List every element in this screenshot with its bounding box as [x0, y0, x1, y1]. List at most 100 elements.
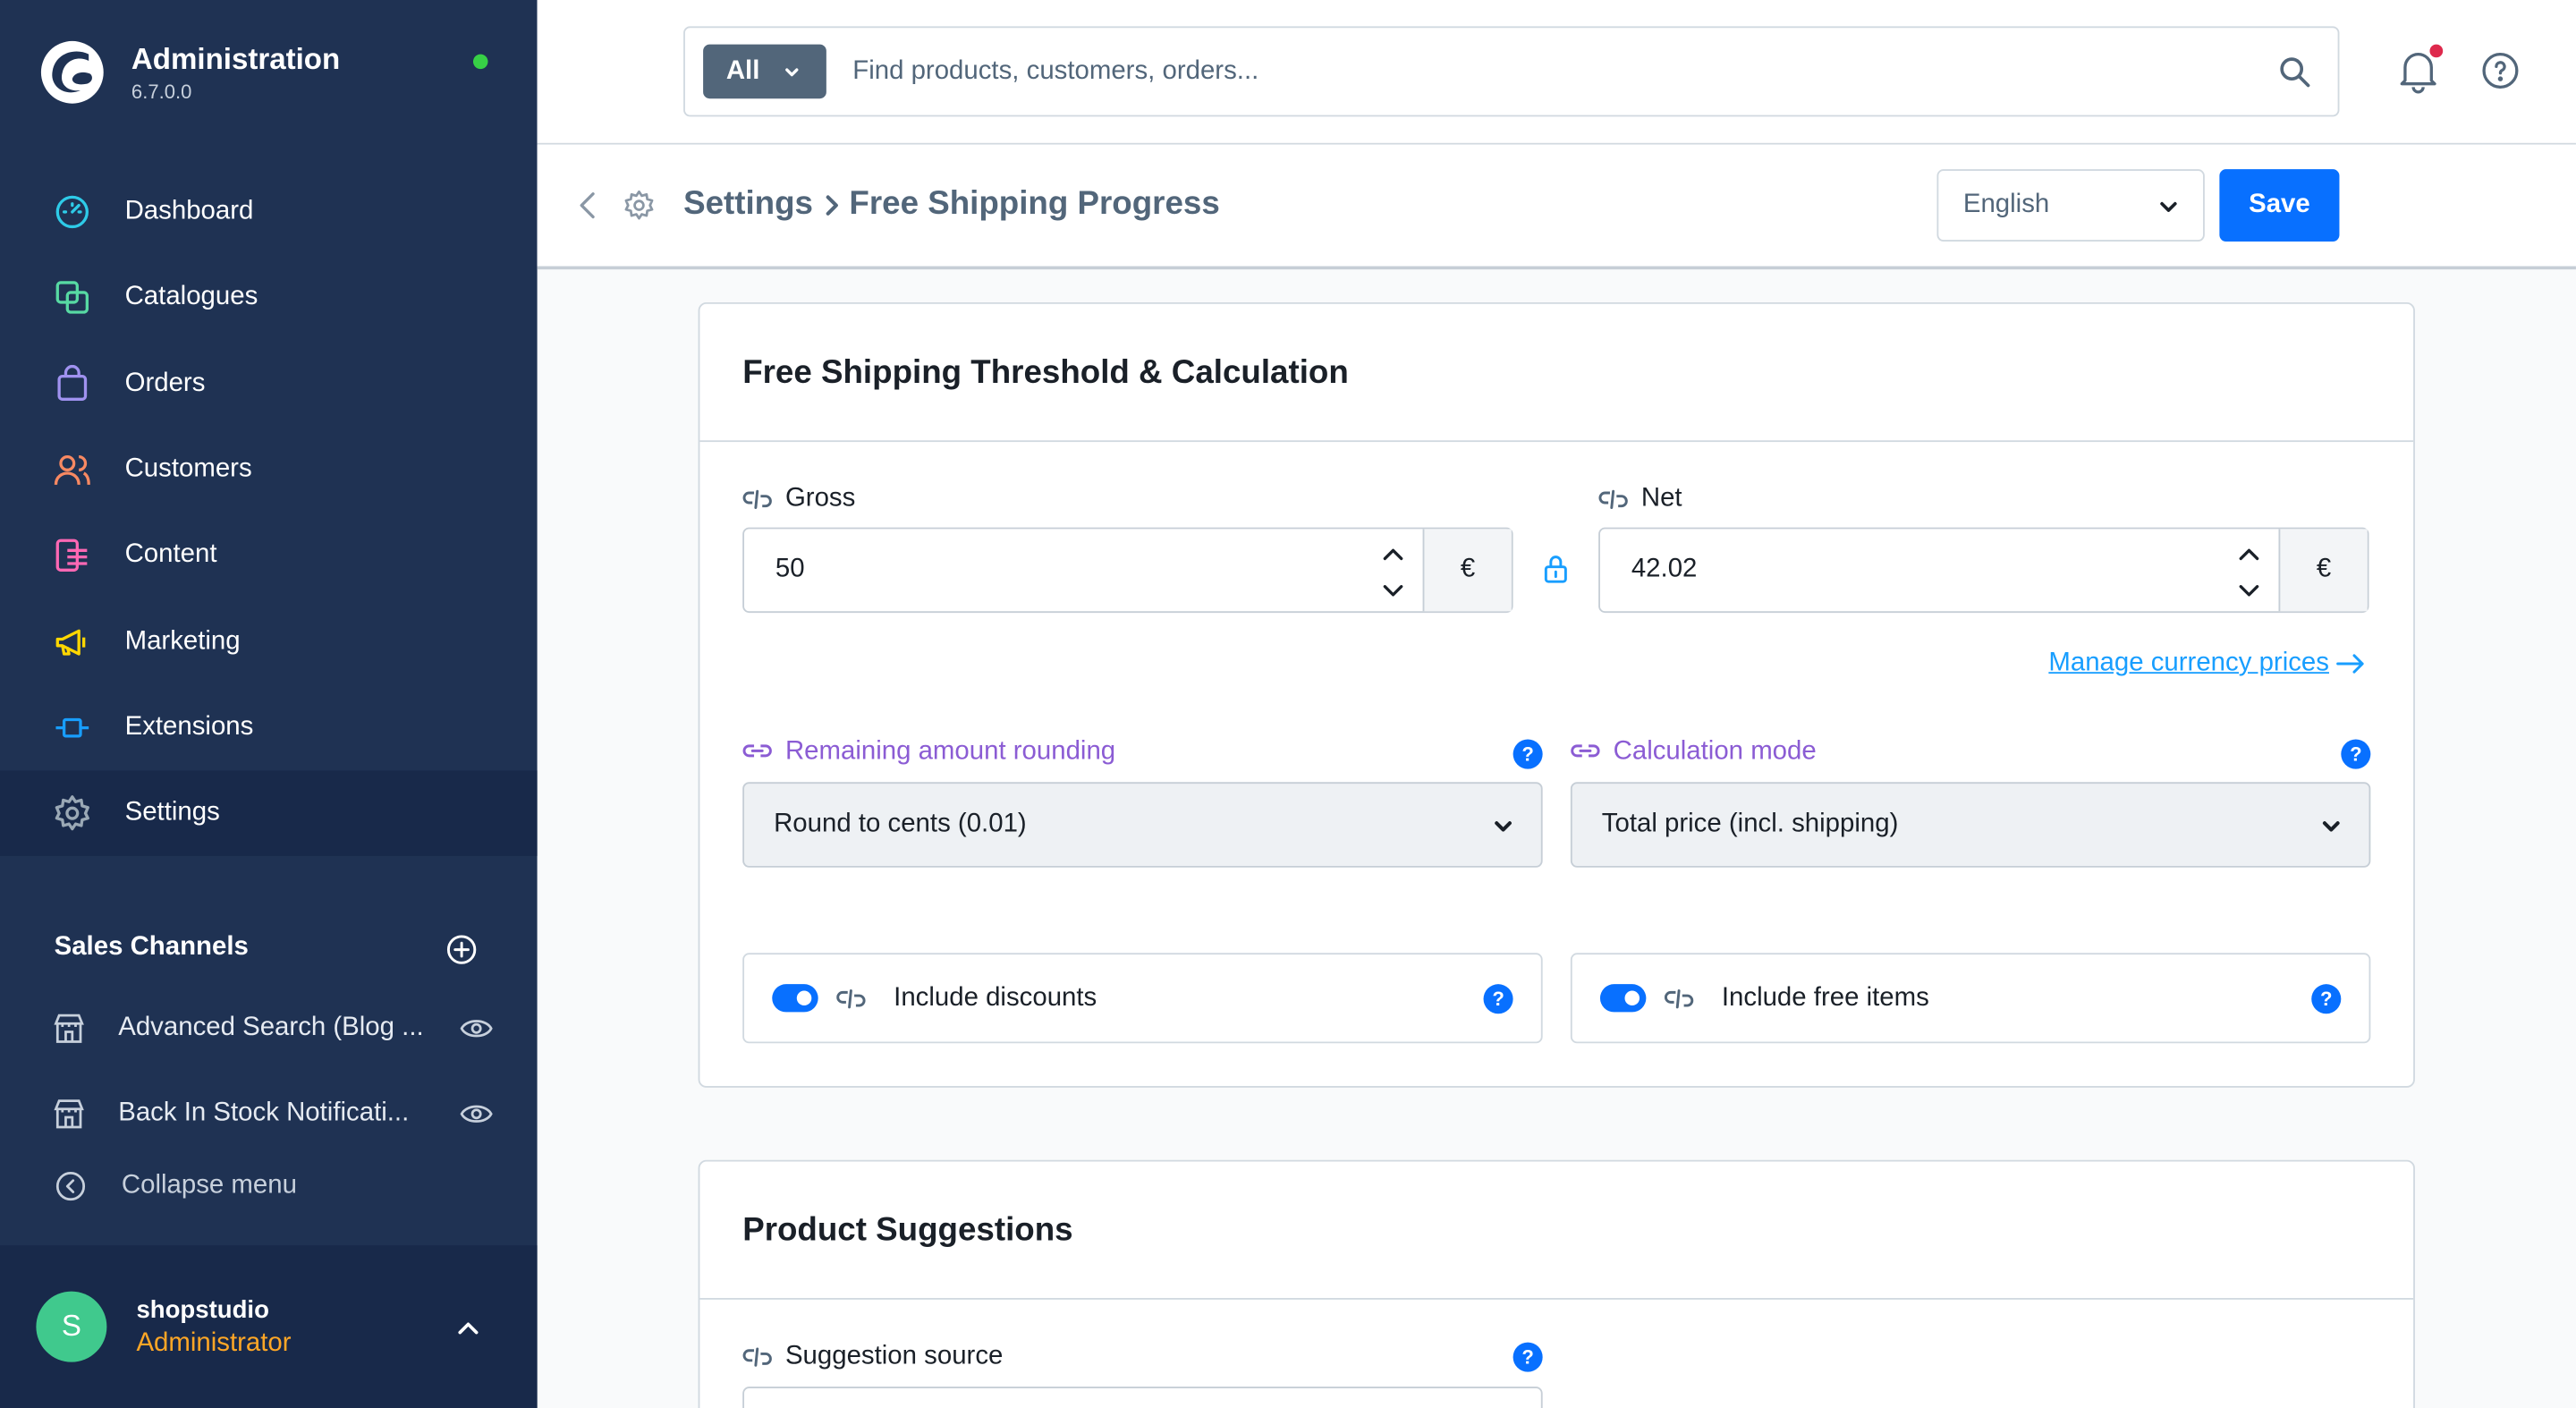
online-status-dot: [472, 54, 488, 70]
search-icon[interactable]: [2277, 55, 2313, 90]
extensions-icon: [53, 708, 92, 747]
language-switch[interactable]: English: [1936, 169, 2205, 242]
eye-icon[interactable]: [460, 1012, 493, 1045]
breadcrumb-parent[interactable]: Settings: [683, 186, 813, 224]
sales-channels-header: Sales Channels: [54, 933, 249, 962]
help-tooltip-icon[interactable]: ?: [1483, 984, 1513, 1014]
sales-channel-item[interactable]: Advanced Search (Blog ...: [53, 1009, 493, 1048]
user-name: shopstudio: [136, 1296, 269, 1325]
notification-badge: [2429, 44, 2444, 58]
search-scope-label: All: [725, 56, 760, 85]
unlinked-inheritance-icon[interactable]: [742, 485, 772, 514]
chevron-up-icon[interactable]: [453, 1314, 483, 1344]
linked-inheritance-icon[interactable]: [742, 738, 772, 768]
sales-channel-label: Back In Stock Notificati...: [118, 1098, 410, 1127]
save-button[interactable]: Save: [2219, 169, 2340, 242]
nav-label: Catalogues: [124, 283, 258, 311]
lock-icon[interactable]: [1543, 552, 1569, 585]
linked-inheritance-icon[interactable]: [1571, 738, 1600, 768]
suggestion-source-select[interactable]: [742, 1387, 1543, 1408]
chevron-left-circle-icon: [55, 1172, 86, 1201]
gross-price-input[interactable]: 50 €: [742, 527, 1513, 614]
avatar: S: [36, 1291, 107, 1362]
help-tooltip-icon[interactable]: ?: [1513, 739, 1543, 769]
search-scope-dropdown[interactable]: All: [703, 44, 826, 99]
storefront-icon: [54, 1014, 84, 1043]
rounding-select[interactable]: Round to cents (0.01): [742, 782, 1543, 868]
nav-item-settings[interactable]: Settings: [0, 770, 538, 857]
help-icon[interactable]: [2480, 51, 2520, 90]
currency-suffix: €: [1422, 529, 1512, 612]
suggestion-source-label: Suggestion source: [742, 1343, 1003, 1372]
nav-label: Customers: [124, 454, 252, 484]
sales-channel-item[interactable]: Back In Stock Notificati...: [53, 1094, 493, 1133]
nav-item-marketing[interactable]: Marketing: [0, 598, 538, 684]
chevron-down-icon: [785, 67, 800, 76]
nav-item-orders[interactable]: Orders: [0, 341, 538, 427]
currency-suffix: €: [2278, 529, 2368, 612]
help-tooltip-icon[interactable]: ?: [2311, 984, 2342, 1014]
card-divider: [699, 440, 2414, 443]
gross-value: 50: [775, 555, 805, 584]
dashboard-icon: [53, 192, 92, 232]
net-price-input[interactable]: 42.02 €: [1598, 527, 2369, 614]
nav-item-catalogues[interactable]: Catalogues: [0, 255, 538, 341]
sidebar: Administration 6.7.0.0 Dashboard Catalog…: [0, 0, 538, 1408]
language-value: English: [1962, 191, 2050, 219]
nav-item-content[interactable]: Content: [0, 513, 538, 598]
brand[interactable]: Administration 6.7.0.0: [39, 39, 340, 105]
content-icon: [53, 536, 92, 575]
sales-channel-label: Advanced Search (Blog ...: [118, 1014, 424, 1042]
number-stepper-icon[interactable]: [2238, 539, 2261, 604]
page-title: Free Shipping Progress: [849, 185, 1220, 222]
storefront-icon: [54, 1099, 84, 1129]
nav-label: Orders: [124, 369, 206, 397]
shopware-logo-icon: [40, 40, 104, 104]
help-tooltip-icon[interactable]: ?: [2341, 739, 2371, 769]
net-value: 42.02: [1631, 555, 1698, 584]
card-divider: [699, 1297, 2414, 1300]
customers-icon: [53, 450, 92, 489]
manage-currency-prices-link[interactable]: Manage currency prices: [2048, 649, 2365, 678]
search-input[interactable]: [852, 50, 2167, 94]
unlinked-inheritance-icon[interactable]: [1665, 984, 1694, 1014]
add-sales-channel-icon[interactable]: [445, 933, 479, 966]
number-stepper-icon[interactable]: [1382, 539, 1405, 604]
collapse-menu-button[interactable]: Collapse menu: [55, 1170, 297, 1203]
unlinked-inheritance-icon[interactable]: [742, 1343, 772, 1372]
help-tooltip-icon[interactable]: ?: [1513, 1342, 1543, 1372]
settings-gear-icon: [624, 190, 654, 220]
unlinked-inheritance-icon[interactable]: [1598, 485, 1628, 514]
smart-bar: Settings Free Shipping Progress English …: [537, 144, 2576, 270]
app-title: Administration: [131, 41, 341, 75]
nav-label: Dashboard: [124, 197, 254, 225]
calculation-mode-select[interactable]: Total price (incl. shipping): [1570, 782, 2371, 868]
gross-label: Gross: [742, 485, 855, 514]
chevron-right-icon: [826, 194, 838, 215]
card-title: Product Suggestions: [742, 1212, 1073, 1249]
nav-item-extensions[interactable]: Extensions: [0, 685, 538, 771]
include-free-items-label: Include free items: [1721, 984, 1929, 1013]
include-discounts-label: Include discounts: [894, 984, 1097, 1013]
include-discounts-toggle[interactable]: [772, 984, 818, 1013]
nav-item-customers[interactable]: Customers: [0, 427, 538, 513]
user-menu[interactable]: S shopstudio Administrator: [0, 1245, 538, 1408]
eye-icon[interactable]: [460, 1098, 493, 1131]
arrow-right-icon: [2335, 654, 2364, 674]
nav-item-dashboard[interactable]: Dashboard: [0, 169, 538, 255]
collapse-menu-label: Collapse menu: [121, 1171, 297, 1200]
nav-label: Settings: [124, 799, 220, 827]
catalogues-icon: [53, 278, 92, 318]
marketing-icon: [53, 622, 92, 661]
top-header: All: [537, 0, 2576, 145]
settings-icon: [53, 794, 92, 834]
include-discounts-field: Include discounts ?: [742, 953, 1543, 1044]
user-role: Administrator: [136, 1328, 292, 1358]
chevron-down-icon: [1495, 821, 1512, 832]
net-label: Net: [1598, 485, 1682, 514]
app-version: 6.7.0.0: [131, 80, 192, 103]
include-free-items-toggle[interactable]: [1599, 984, 1647, 1013]
include-free-items-field: Include free items ?: [1570, 953, 2371, 1044]
back-chevron-icon[interactable]: [573, 187, 603, 223]
unlinked-inheritance-icon[interactable]: [836, 984, 866, 1014]
